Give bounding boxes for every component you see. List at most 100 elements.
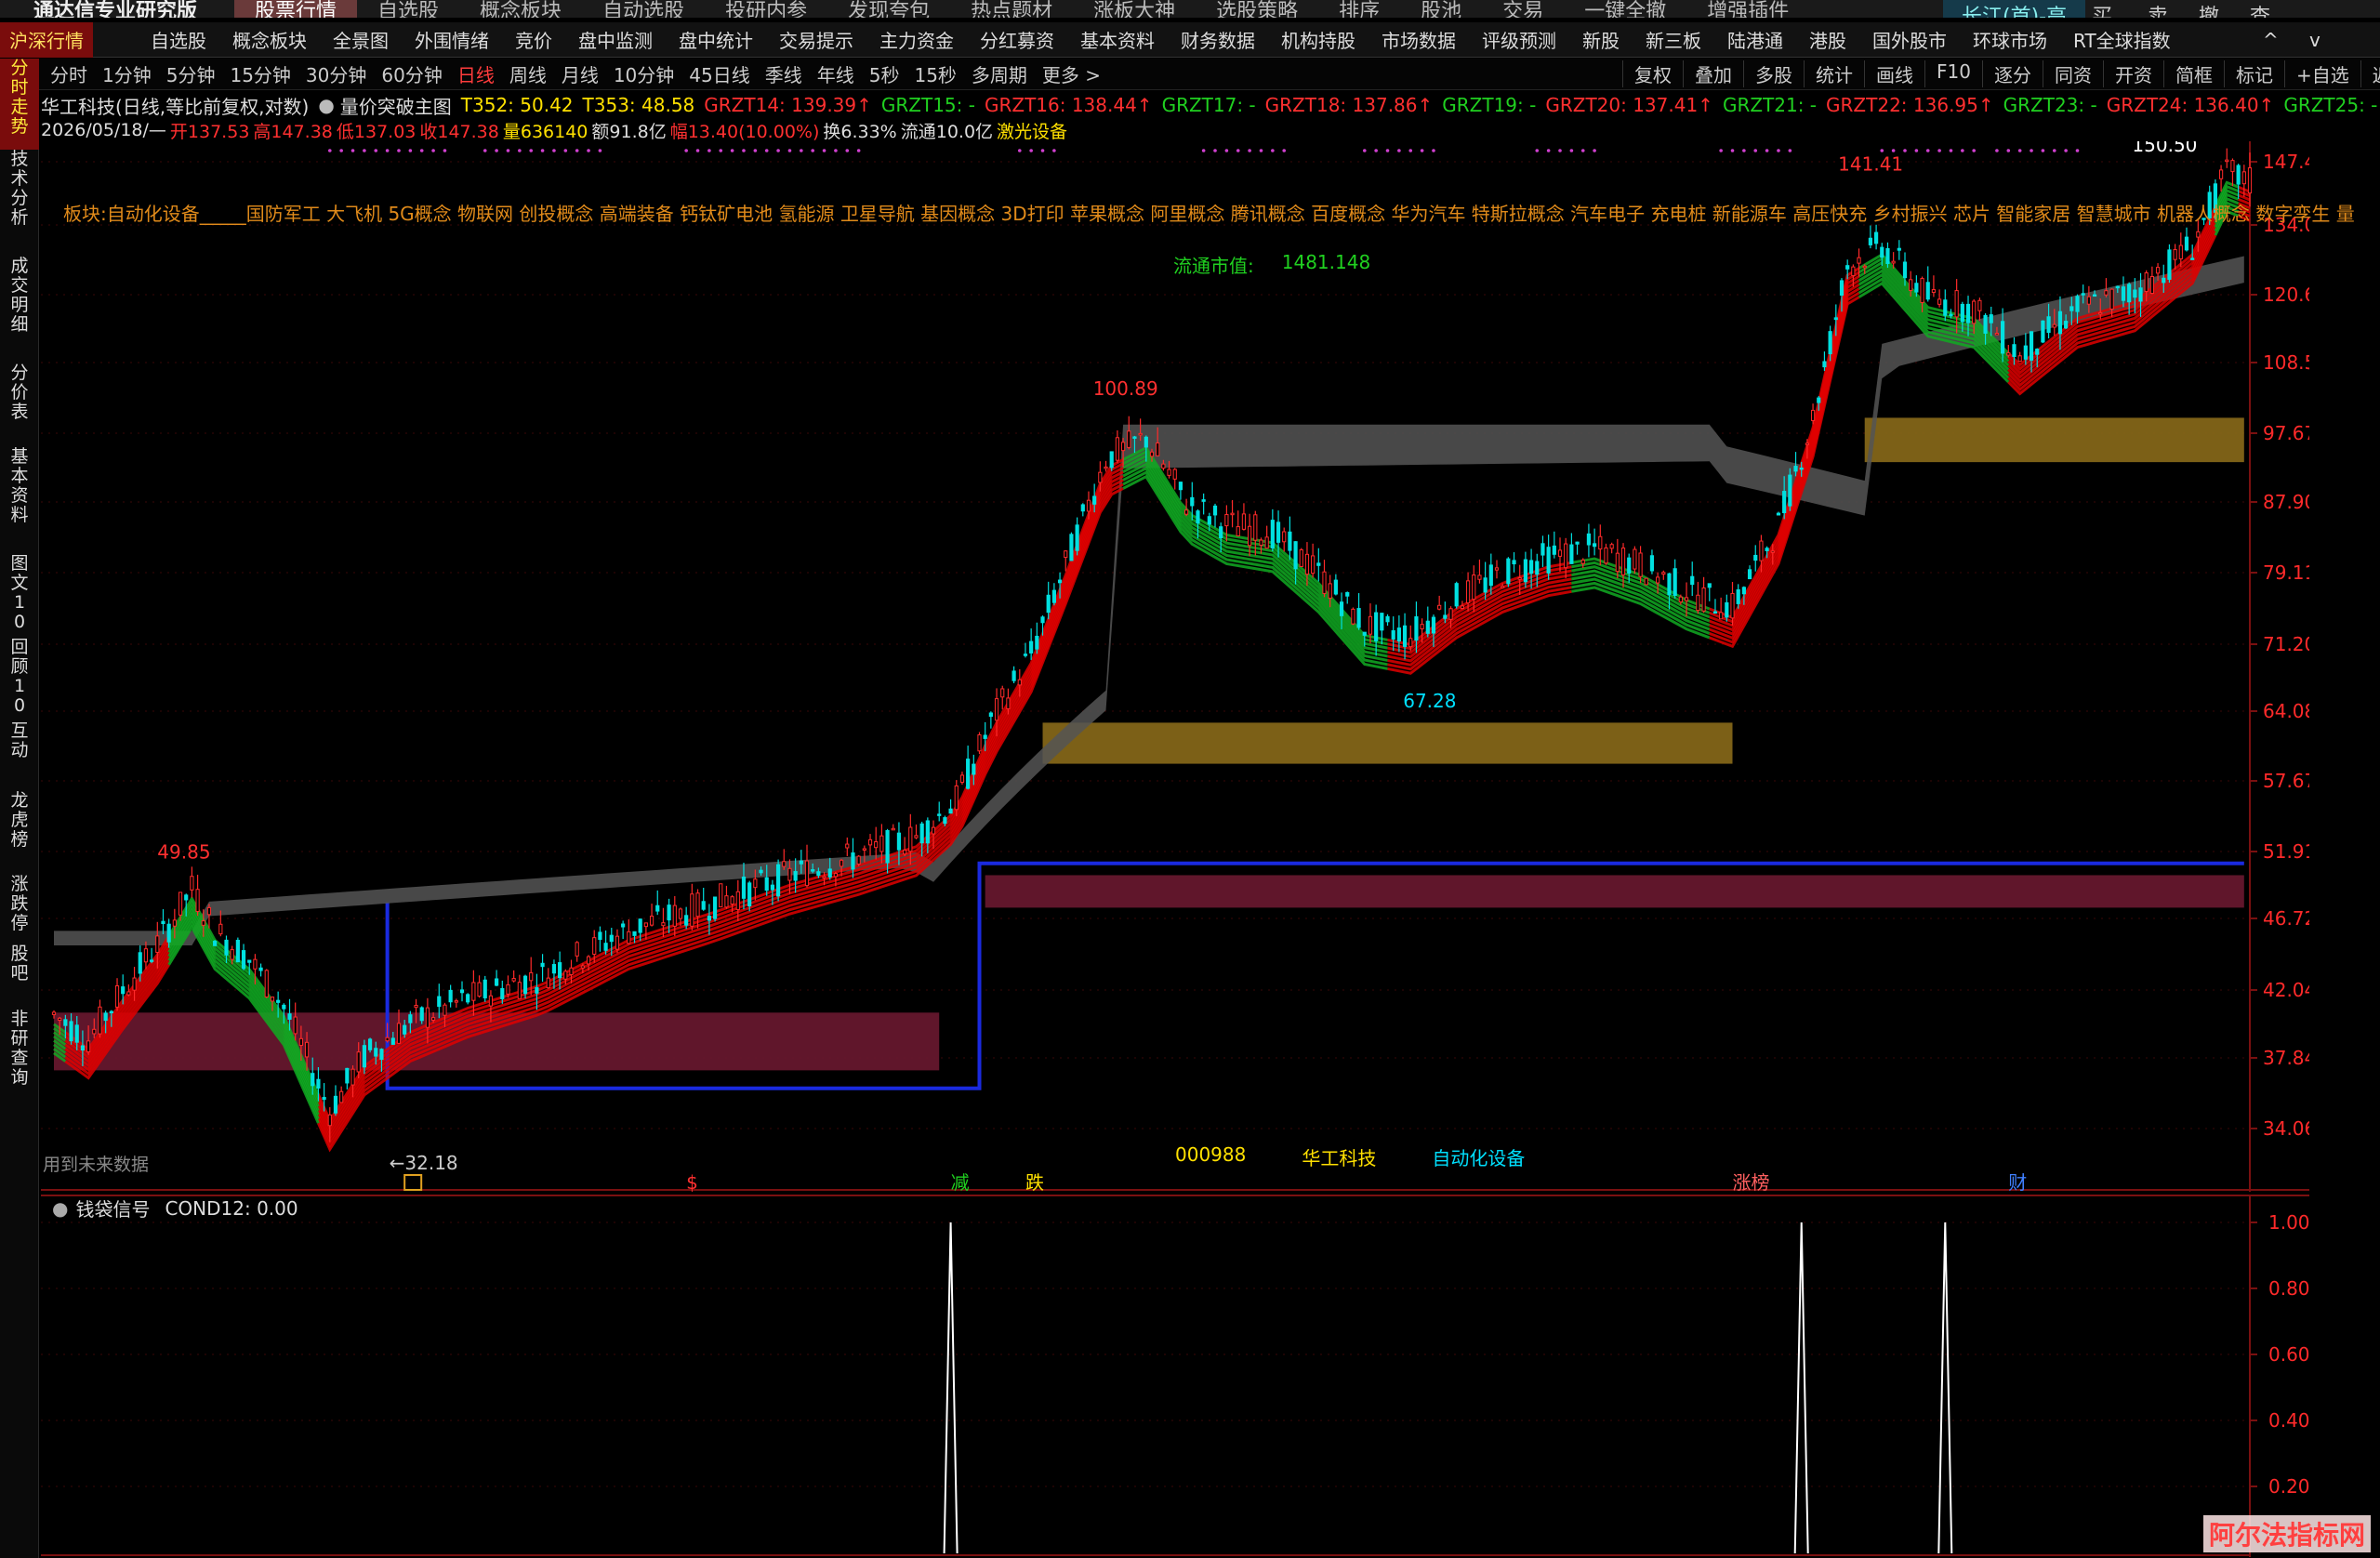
menu-item-6[interactable]: 盘中统计 xyxy=(666,26,766,53)
period-1[interactable]: 1分钟 xyxy=(95,60,159,87)
title-tab-12[interactable]: 一键全撤 xyxy=(1564,0,1686,18)
title-tab-5[interactable]: 发现夸包 xyxy=(827,0,950,18)
title-tab-3[interactable]: 自动选股 xyxy=(582,0,705,18)
sub-panel-title[interactable]: 钱袋信号 xyxy=(75,1195,150,1221)
title-tab-9[interactable]: 排序 xyxy=(1318,0,1400,18)
period-2[interactable]: 5分钟 xyxy=(159,60,223,87)
menu-item-7[interactable]: 交易提示 xyxy=(766,26,866,53)
tool-jiankuang[interactable]: 简框 xyxy=(2162,60,2224,87)
menu-item-17[interactable]: 陆港通 xyxy=(1714,26,1796,53)
sidebar-item-2[interactable]: 成交明细 xyxy=(0,257,39,363)
menu-item-15[interactable]: 新股 xyxy=(1569,26,1633,53)
scroll-down-icon[interactable]: v xyxy=(2296,29,2334,51)
sidebar-item-3[interactable]: 分价表 xyxy=(0,363,39,447)
scroll-up-icon[interactable]: ^ xyxy=(2250,29,2292,51)
title-tab-6[interactable]: 热点题材 xyxy=(950,0,1073,18)
period-15[interactable]: 多周期 xyxy=(964,60,1035,87)
period-10[interactable]: 45日线 xyxy=(681,60,757,87)
period-12[interactable]: 年线 xyxy=(810,60,862,87)
menu-hs-market[interactable]: 沪深行情 xyxy=(0,21,93,58)
menu-item-1[interactable]: 概念板块 xyxy=(219,26,320,53)
tool-kaizi[interactable]: 开资 xyxy=(2102,60,2163,87)
sidebar-item-9[interactable]: 涨跌停 xyxy=(0,875,39,944)
period-8[interactable]: 月线 xyxy=(554,60,606,87)
period-9[interactable]: 10分钟 xyxy=(606,60,681,87)
cancel-order-button[interactable]: 撤 xyxy=(2199,0,2219,18)
menu-item-13[interactable]: 市场数据 xyxy=(1368,26,1469,53)
title-tab-2[interactable]: 概念板块 xyxy=(459,0,582,18)
buy-button[interactable]: 买 xyxy=(2092,0,2112,18)
candle-body-92 xyxy=(580,965,585,969)
period-3[interactable]: 15分钟 xyxy=(222,60,298,87)
period-5[interactable]: 60分钟 xyxy=(374,60,449,87)
menu-item-12[interactable]: 机构持股 xyxy=(1268,26,1368,53)
sell-button[interactable]: 卖 xyxy=(2148,0,2168,18)
period-6-active[interactable]: 日线 xyxy=(450,60,502,87)
menu-item-10[interactable]: 基本资料 xyxy=(1067,26,1168,53)
period-more[interactable]: 更多 > xyxy=(1035,60,1108,87)
menu-item-19[interactable]: 国外股市 xyxy=(1859,26,1960,53)
ribbon-strand-0-316 xyxy=(1709,267,1860,620)
sidebar-item-11[interactable]: 非研查询 xyxy=(0,1010,39,1116)
tool-mark[interactable]: 标记 xyxy=(2223,60,2284,87)
main-candlestick-chart[interactable]: 147.4134.0120.6108.597.6787.9079.1171.20… xyxy=(41,141,2309,1192)
menu-item-9[interactable]: 分红募资 xyxy=(967,26,1067,53)
query-button[interactable]: 查 xyxy=(2250,0,2270,18)
menu-item-11[interactable]: 财务数据 xyxy=(1168,26,1268,53)
menu-item-14[interactable]: 评级预测 xyxy=(1469,26,1569,53)
title-tab-10[interactable]: 股池 xyxy=(1400,0,1482,18)
period-14[interactable]: 15秒 xyxy=(906,60,963,87)
sidebar-item-5[interactable]: 图文10 xyxy=(0,554,39,638)
title-tab-13[interactable]: 增强插件 xyxy=(1686,0,1809,18)
indicator-name[interactable]: 量价突破主图 xyxy=(340,92,452,119)
tool-stats[interactable]: 统计 xyxy=(1804,60,1864,87)
tool-draw[interactable]: 画线 xyxy=(1864,60,1924,87)
period-7[interactable]: 周线 xyxy=(502,60,554,87)
tool-fuquan[interactable]: 复权 xyxy=(1622,60,1683,87)
menu-item-20[interactable]: 环球市场 xyxy=(1960,26,2060,53)
period-4[interactable]: 30分钟 xyxy=(298,60,374,87)
tool-multi-stock[interactable]: 多股 xyxy=(1743,60,1804,87)
title-tab-4[interactable]: 投研内参 xyxy=(705,0,827,18)
title-tab-11[interactable]: 交易 xyxy=(1482,0,1564,18)
candle-body-106 xyxy=(661,922,666,927)
signal-dot-2-116 xyxy=(719,149,723,152)
title-tab-7[interactable]: 涨板大神 xyxy=(1073,0,1196,18)
sidebar-item-1[interactable]: 技术分析 xyxy=(0,150,39,257)
menu-item-3[interactable]: 外围情绪 xyxy=(402,26,502,53)
sidebar-item-0[interactable]: 分时走势 xyxy=(0,59,39,150)
broker-account[interactable]: 长江(首)-高 xyxy=(1943,0,2086,18)
sidebar-item-4[interactable]: 基本资料 xyxy=(0,447,39,554)
back-button[interactable]: 返回 xyxy=(2360,60,2380,87)
sidebar-item-6[interactable]: 回顾10 xyxy=(0,638,39,721)
sub-indicator-chart[interactable]: 1.00 0.80 0.60 0.40 0.20 xyxy=(41,1195,2309,1557)
period-11[interactable]: 季线 xyxy=(758,60,810,87)
menu-item-21[interactable]: RT全球指数 xyxy=(2060,26,2184,53)
tool-tongzi[interactable]: 同资 xyxy=(2042,60,2103,87)
sidebar-item-8[interactable]: 龙虎榜 xyxy=(0,791,39,875)
title-tab-0[interactable]: 股票行情 xyxy=(234,0,358,18)
title-tab-8[interactable]: 选股策略 xyxy=(1196,0,1318,18)
candle-body-74 xyxy=(477,982,482,997)
title-tab-1[interactable]: 自选股 xyxy=(357,0,459,18)
period-0[interactable]: 分时 xyxy=(43,60,95,87)
menu-item-8[interactable]: 主力资金 xyxy=(866,26,967,53)
sub-panel-collapse-icon[interactable]: ● xyxy=(52,1197,68,1220)
candle-body-221 xyxy=(1322,571,1327,594)
menu-item-4[interactable]: 竞价 xyxy=(502,26,565,53)
sidebar-item-10[interactable]: 股吧 xyxy=(0,944,39,1010)
period-13[interactable]: 5秒 xyxy=(862,60,907,87)
tool-zhufen[interactable]: 逐分 xyxy=(1981,60,2043,87)
signal-dot-2-140 xyxy=(856,149,861,152)
add-watchlist-button[interactable]: +自选 xyxy=(2283,60,2360,87)
menu-item-2[interactable]: 全景图 xyxy=(320,26,402,53)
tool-overlay[interactable]: 叠加 xyxy=(1683,60,1743,87)
sidebar-item-7[interactable]: 互动 xyxy=(0,721,39,791)
tool-f10[interactable]: F10 xyxy=(1924,60,1982,87)
menu-item-5[interactable]: 盘中监测 xyxy=(565,26,666,53)
menu-item-18[interactable]: 港股 xyxy=(1796,26,1859,53)
menu-item-16[interactable]: 新三板 xyxy=(1633,26,1714,53)
candle-body-137 xyxy=(840,859,844,867)
menu-item-0[interactable]: 自选股 xyxy=(138,26,219,53)
indicator-dropdown-icon[interactable]: ● xyxy=(318,94,334,116)
